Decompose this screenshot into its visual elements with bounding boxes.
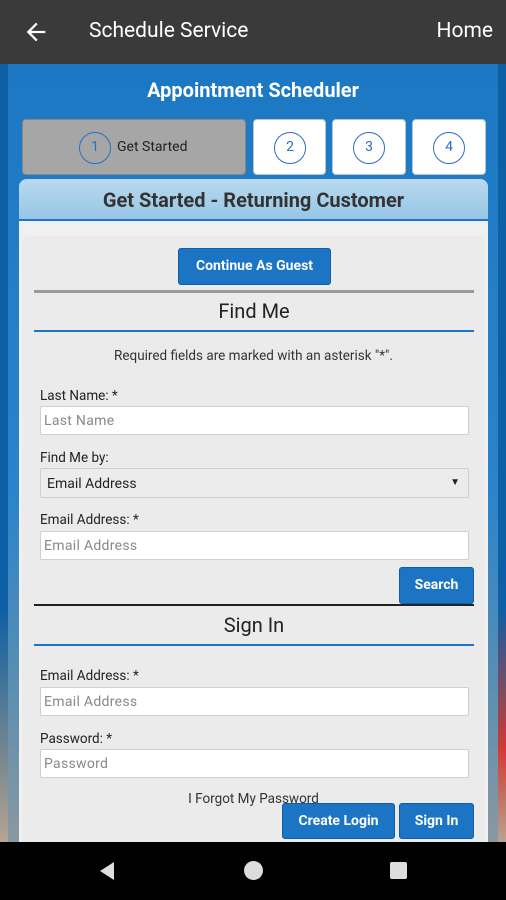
divider: [34, 604, 474, 606]
step-number: 2: [274, 132, 306, 164]
find-me-by-label: Find Me by:: [40, 450, 109, 466]
sign-in-button[interactable]: Sign In: [399, 803, 474, 839]
find-email-input[interactable]: Email Address: [40, 531, 469, 560]
nav-home-icon[interactable]: [244, 861, 263, 880]
nav-back-icon[interactable]: [96, 860, 118, 882]
page-title: Schedule Service: [89, 19, 249, 43]
step-4[interactable]: 4: [412, 119, 486, 175]
search-button[interactable]: Search: [399, 567, 474, 604]
back-arrow-icon[interactable]: [22, 18, 50, 46]
last-name-input[interactable]: Last Name: [40, 406, 469, 435]
divider: [34, 290, 474, 293]
divider: [34, 644, 474, 646]
required-fields-note: Required fields are marked with an aster…: [114, 348, 393, 364]
sign-in-title: Sign In: [223, 613, 285, 637]
step-number: 4: [433, 132, 465, 164]
step-number: 3: [353, 132, 385, 164]
last-name-label: Last Name: *: [40, 388, 118, 404]
divider: [34, 330, 474, 332]
step-label: Get Started: [117, 139, 188, 155]
dropdown-arrow-icon: ▼: [450, 477, 460, 488]
find-me-title: Find Me: [218, 299, 290, 323]
password-label: Password: *: [40, 731, 113, 747]
create-login-button[interactable]: Create Login: [282, 803, 395, 839]
sign-in-email-label: Email Address: *: [40, 668, 139, 684]
step-1[interactable]: 1 Get Started: [22, 119, 246, 175]
step-2[interactable]: 2: [253, 119, 326, 175]
sign-in-email-input[interactable]: Email Address: [40, 687, 469, 716]
get-started-panel: Get Started - Returning Customer Continu…: [19, 179, 488, 842]
app-bar: Schedule Service Home: [0, 0, 506, 64]
nav-recents-icon[interactable]: [390, 862, 407, 879]
step-3[interactable]: 3: [332, 119, 406, 175]
step-number: 1: [79, 132, 111, 164]
email-address-label: Email Address: *: [40, 512, 139, 528]
continue-as-guest-button[interactable]: Continue As Guest: [178, 248, 331, 285]
home-button[interactable]: Home: [436, 19, 493, 43]
panel-title: Get Started - Returning Customer: [102, 188, 405, 212]
panel-header: Get Started - Returning Customer: [19, 179, 488, 221]
find-me-by-value: Email Address: [47, 476, 137, 492]
find-me-by-select[interactable]: Email Address ▼: [40, 468, 469, 498]
scheduler-heading: Appointment Scheduler: [147, 78, 359, 102]
panel-body: Continue As Guest Find Me Required field…: [22, 236, 485, 842]
scheduler-content: Appointment Scheduler 1 Get Started 2 3 …: [0, 64, 506, 842]
password-input[interactable]: Password: [40, 749, 469, 778]
system-navigation-bar: [0, 842, 506, 900]
